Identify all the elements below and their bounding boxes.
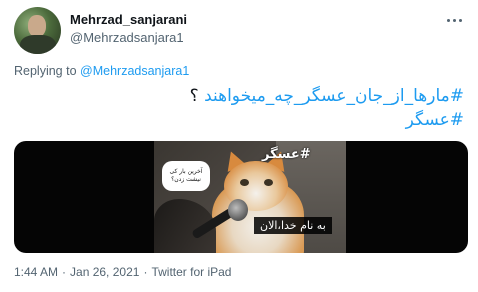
tweet-source[interactable]: Twitter for iPad bbox=[151, 265, 231, 279]
author-avatar[interactable] bbox=[14, 7, 61, 54]
tweet-date[interactable]: Jan 26, 2021 bbox=[70, 265, 139, 279]
speech-bubble: آخرین بار کی نیشت زدن؟ bbox=[162, 161, 210, 191]
hashtag-link[interactable]: #مارها_از_جان_عسگر_چه_میخواهند bbox=[204, 86, 464, 106]
meta-separator: · bbox=[143, 265, 148, 279]
reply-mention-link[interactable]: @Mehrzadsanjara1 bbox=[80, 64, 189, 78]
cat-eye-left bbox=[240, 179, 249, 186]
author-handle[interactable]: @Mehrzadsanjara1 bbox=[70, 30, 184, 45]
hashtag-link[interactable]: #عسگر bbox=[406, 110, 464, 130]
video-hashtag-overlay: #عسگر bbox=[262, 147, 311, 162]
avatar-face bbox=[28, 15, 46, 37]
tweet-meta: 1:44 AM · Jan 26, 2021 · Twitter for iPad bbox=[14, 265, 231, 279]
avatar-body bbox=[20, 35, 56, 54]
cat-eye-right bbox=[264, 179, 273, 186]
meta-separator: · bbox=[62, 265, 67, 279]
tweet-text-suffix: ؟ bbox=[189, 86, 205, 106]
tweet-media-video[interactable]: آخرین بار کی نیشت زدن؟ #عسگر به نام خدا،… bbox=[14, 141, 468, 253]
replying-to-line: Replying to @Mehrzadsanjara1 bbox=[14, 64, 189, 78]
tweet-time[interactable]: 1:44 AM bbox=[14, 265, 58, 279]
replying-to-label: Replying to bbox=[14, 64, 77, 78]
video-frame: آخرین بار کی نیشت زدن؟ #عسگر به نام خدا،… bbox=[154, 141, 346, 253]
microphone-icon bbox=[228, 199, 248, 221]
more-options-icon[interactable] bbox=[444, 10, 464, 30]
video-subtitle: به نام خدا،الان bbox=[254, 217, 332, 234]
tweet-text: #مارها_از_جان_عسگر_چه_میخواهند ؟ #عسگر bbox=[14, 84, 464, 132]
author-display-name[interactable]: Mehrzad_sanjarani bbox=[70, 12, 187, 27]
